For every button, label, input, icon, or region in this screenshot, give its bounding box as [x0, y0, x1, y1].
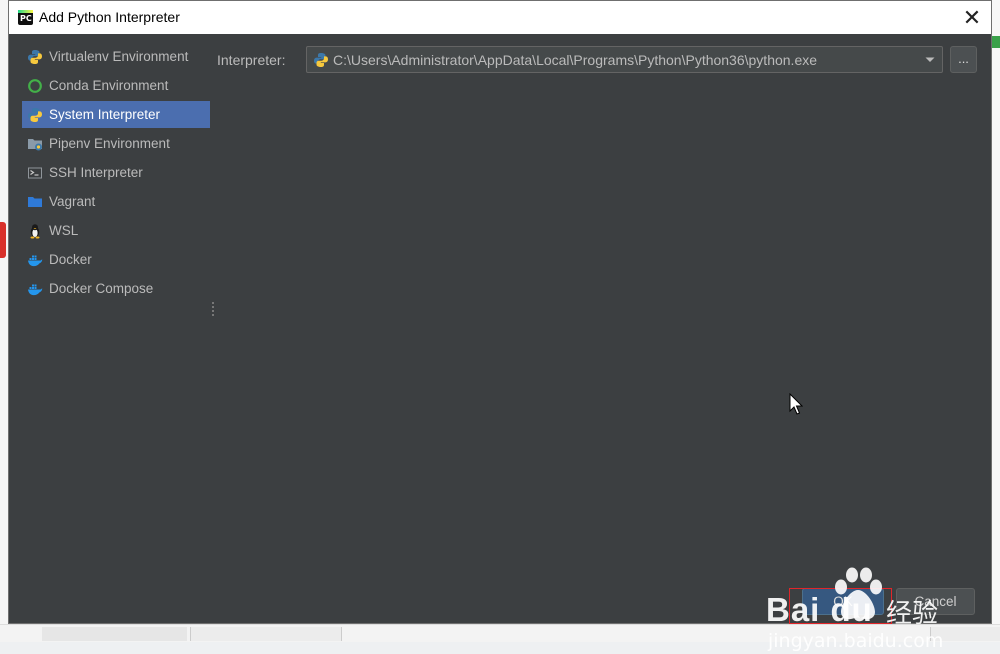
- background-taskbar: [0, 624, 1000, 642]
- background-green-mark: [992, 36, 1000, 48]
- conda-ring-icon: [28, 78, 42, 93]
- splitter-handle[interactable]: [211, 302, 215, 318]
- ok-button[interactable]: OK: [802, 588, 884, 615]
- sidebar-item-label: Docker Compose: [49, 281, 154, 296]
- pycharm-logo-icon: PC: [18, 10, 33, 25]
- chevron-down-icon: [925, 57, 935, 62]
- sidebar-item-label: Virtualenv Environment: [49, 49, 189, 64]
- linux-penguin-icon: [30, 223, 40, 238]
- sidebar-item-label: Vagrant: [49, 194, 96, 209]
- background-app-left: [0, 0, 8, 641]
- browse-button[interactable]: ...: [950, 46, 977, 73]
- sidebar-item-system-interpreter[interactable]: System Interpreter: [22, 101, 210, 128]
- sidebar-item-wsl[interactable]: WSL: [22, 217, 210, 244]
- dialog-body: Virtualenv Environment Conda Environment…: [9, 34, 991, 652]
- sidebar-item-label: Conda Environment: [49, 78, 169, 93]
- background-tab: [930, 627, 1000, 641]
- sidebar-item-pipenv[interactable]: Pipenv Environment: [22, 130, 210, 157]
- pipenv-folder-icon: [28, 138, 42, 150]
- python-icon: [28, 49, 42, 64]
- interpreter-label: Interpreter:: [217, 52, 286, 68]
- sidebar-item-label: Pipenv Environment: [49, 136, 170, 151]
- cancel-button[interactable]: Cancel: [896, 588, 975, 615]
- docker-icon: [28, 255, 43, 266]
- sidebar-item-label: WSL: [49, 223, 79, 238]
- sidebar-item-label: SSH Interpreter: [49, 165, 143, 180]
- vagrant-folder-icon: [28, 196, 42, 207]
- background-red-badge: [0, 222, 6, 258]
- interpreter-path: C:\Users\Administrator\AppData\Local\Pro…: [333, 52, 818, 68]
- interpreter-type-list: Virtualenv Environment Conda Environment…: [22, 43, 210, 304]
- sidebar-item-virtualenv[interactable]: Virtualenv Environment: [22, 43, 210, 70]
- python-icon: [314, 53, 328, 67]
- sidebar-item-vagrant[interactable]: Vagrant: [22, 188, 210, 215]
- sidebar-item-label: Docker: [49, 252, 92, 267]
- background-tab: [42, 627, 187, 641]
- dialog-title: Add Python Interpreter: [39, 9, 180, 25]
- background-tab: [190, 627, 342, 641]
- docker-icon: [28, 284, 43, 295]
- sidebar-item-conda[interactable]: Conda Environment: [22, 72, 210, 99]
- interpreter-dropdown[interactable]: C:\Users\Administrator\AppData\Local\Pro…: [306, 46, 943, 73]
- mouse-cursor-icon: [789, 393, 803, 415]
- sidebar-item-docker-compose[interactable]: Docker Compose: [22, 275, 210, 302]
- sidebar-item-label: System Interpreter: [49, 107, 161, 122]
- add-python-interpreter-dialog: PC Add Python Interpreter ✕ Virtualenv E…: [8, 0, 992, 652]
- title-bar: PC Add Python Interpreter ✕: [9, 1, 991, 34]
- background-app-right: [992, 0, 1000, 641]
- python-icon: [28, 107, 42, 122]
- close-button[interactable]: ✕: [957, 5, 987, 31]
- sidebar-item-ssh[interactable]: SSH Interpreter: [22, 159, 210, 186]
- sidebar-item-docker[interactable]: Docker: [22, 246, 210, 273]
- terminal-icon: [28, 167, 42, 178]
